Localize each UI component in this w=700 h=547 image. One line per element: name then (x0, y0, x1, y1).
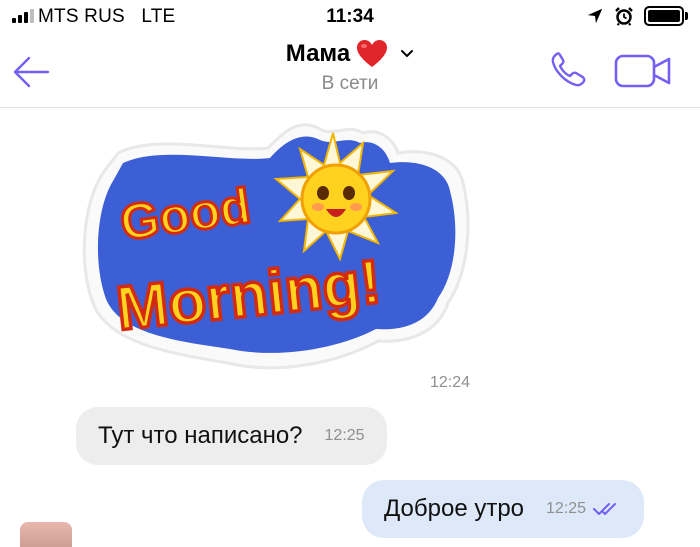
avatar[interactable] (20, 522, 72, 547)
contact-name: Мама (285, 40, 351, 67)
outgoing-message-bubble[interactable]: Доброе утро 12:25 (362, 480, 645, 538)
incoming-message-bubble[interactable]: Тут что написано? 12:25 (76, 407, 387, 465)
contact-status: В сети (321, 73, 379, 94)
message-time: 12:25 (546, 500, 587, 517)
sticker-time: 12:24 (430, 374, 471, 391)
read-ticks-icon (593, 503, 617, 515)
message-list[interactable]: Good Morning! 12:24 Тут что написано? 12… (0, 109, 700, 547)
message-time: 12:25 (324, 427, 365, 444)
location-arrow-icon (587, 8, 603, 24)
chevron-down-icon[interactable] (400, 49, 414, 59)
message-text: Тут что написано? (98, 422, 303, 449)
message-text: Доброе утро (384, 495, 525, 522)
alarm-clock-icon (615, 7, 633, 26)
call-button[interactable] (548, 50, 588, 90)
contact-title-area[interactable]: Мама В сети (0, 39, 700, 95)
heart-icon (357, 40, 388, 67)
status-bar: MTS RUS LTE 11:34 (0, 0, 700, 34)
chat-header: Мама В сети (0, 34, 700, 108)
contact-title[interactable]: Мама (286, 39, 414, 69)
good-morning-sticker[interactable]: Good Morning! (78, 113, 478, 379)
status-icons (586, 6, 688, 26)
battery-icon (644, 6, 688, 26)
video-call-button[interactable] (614, 54, 672, 88)
